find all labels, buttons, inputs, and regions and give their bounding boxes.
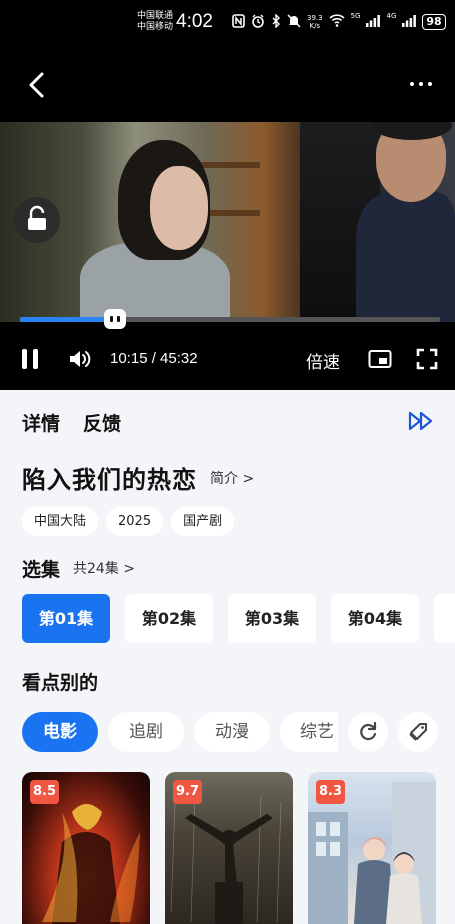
progress-fill bbox=[20, 317, 115, 322]
net-speed: 39.3 K/s bbox=[307, 14, 323, 30]
volume-button[interactable] bbox=[68, 348, 92, 370]
tag-filter-button[interactable] bbox=[398, 712, 438, 752]
tag-year[interactable]: 2025 bbox=[106, 507, 164, 536]
net-speed-value: 39.3 bbox=[307, 14, 323, 22]
show-tags: 中国大陆 2025 国产剧 bbox=[22, 507, 235, 536]
carrier-1: 中国联通 bbox=[137, 11, 174, 21]
progress-track[interactable] bbox=[20, 309, 440, 329]
progress-handle[interactable] bbox=[103, 309, 126, 329]
fullscreen-button[interactable] bbox=[416, 348, 438, 370]
playback-speed-button[interactable]: 倍速 bbox=[306, 348, 340, 373]
episode-count-link[interactable]: 共24集 > bbox=[73, 558, 135, 578]
back-icon bbox=[29, 72, 44, 98]
poster-row: 8.5 9.7 8.3 bbox=[22, 772, 455, 924]
pip-button[interactable] bbox=[368, 348, 392, 370]
signal-5g-label: 5G bbox=[350, 12, 361, 20]
status-icons: 39.3 K/s 5G 4G 98 bbox=[232, 12, 446, 32]
refresh-icon bbox=[360, 721, 377, 741]
tag-icon bbox=[409, 723, 427, 741]
rating-badge: 9.7 bbox=[173, 780, 202, 804]
episode-item-partial[interactable] bbox=[434, 594, 455, 643]
back-button[interactable] bbox=[24, 68, 52, 102]
episode-item-2[interactable]: 第02集 bbox=[125, 594, 213, 643]
mute-icon bbox=[287, 13, 301, 31]
tab-details[interactable]: 详情 bbox=[22, 409, 60, 436]
rating-badge: 8.3 bbox=[316, 780, 345, 804]
signal-icon-2 bbox=[402, 14, 417, 30]
video-frame[interactable] bbox=[0, 122, 455, 322]
poster-card-3[interactable]: 8.3 bbox=[308, 772, 436, 924]
chip-movies[interactable]: 电影 bbox=[22, 712, 98, 752]
category-chips: 电影 追剧 动漫 综艺 bbox=[22, 712, 455, 754]
status-clock: 4:02 bbox=[176, 11, 213, 32]
chip-series[interactable]: 追剧 bbox=[108, 712, 184, 752]
net-speed-unit: K/s bbox=[309, 22, 321, 30]
signal-4g-label: 4G bbox=[386, 12, 397, 20]
nfc-icon bbox=[232, 13, 245, 31]
refresh-button[interactable] bbox=[348, 712, 388, 752]
time-display: 10:15 / 45:32 bbox=[110, 350, 198, 367]
tag-region[interactable]: 中国大陆 bbox=[22, 507, 99, 536]
wifi-icon bbox=[329, 14, 345, 30]
carrier-2: 中国移动 bbox=[137, 22, 174, 32]
signal-icon bbox=[366, 14, 381, 30]
episode-item-3[interactable]: 第03集 bbox=[228, 594, 316, 643]
poster-card-2[interactable]: 9.7 bbox=[165, 772, 293, 924]
tab-feedback[interactable]: 反馈 bbox=[83, 409, 121, 436]
more-button[interactable] bbox=[404, 72, 438, 96]
volume-icon bbox=[70, 351, 91, 367]
status-bar: 中国联通 中国移动 4:02 39.3 K/s 5G 4G 98 bbox=[0, 0, 455, 46]
screen-lock-button[interactable] bbox=[14, 197, 60, 243]
chip-anime[interactable]: 动漫 bbox=[194, 712, 270, 752]
bluetooth-icon bbox=[271, 12, 281, 31]
episode-list: 第01集 第02集 第03集 第04集 bbox=[22, 594, 455, 644]
scene-actress-face bbox=[150, 166, 208, 250]
recommend-title: 看点别的 bbox=[22, 672, 99, 694]
player-controls: 10:15 / 45:32 倍速 bbox=[0, 342, 455, 376]
episode-item-1[interactable]: 第01集 bbox=[22, 594, 110, 643]
tag-genre[interactable]: 国产剧 bbox=[171, 507, 235, 536]
show-title: 陷入我们的热恋 bbox=[22, 466, 197, 494]
chip-variety[interactable]: 综艺 bbox=[280, 712, 338, 752]
unlock-icon bbox=[28, 205, 46, 230]
battery-indicator: 98 bbox=[422, 14, 446, 30]
fast-forward-icon bbox=[408, 411, 433, 431]
fast-forward-button[interactable] bbox=[408, 410, 434, 432]
alarm-icon bbox=[251, 14, 265, 31]
pause-button[interactable] bbox=[21, 349, 41, 369]
rating-badge: 8.5 bbox=[30, 780, 59, 804]
episode-item-4[interactable]: 第04集 bbox=[331, 594, 419, 643]
scene-actor-body bbox=[356, 192, 455, 322]
carrier-names: 中国联通 中国移动 bbox=[137, 11, 173, 33]
pip-icon bbox=[368, 350, 392, 368]
poster-card-1[interactable]: 8.5 bbox=[22, 772, 150, 924]
intro-link[interactable]: 简介 > bbox=[210, 468, 254, 488]
episodes-title: 选集 bbox=[22, 559, 61, 581]
fullscreen-icon bbox=[416, 348, 438, 370]
player-area: 中国联通 中国移动 4:02 39.3 K/s 5G 4G 98 10:15 /… bbox=[0, 0, 455, 390]
